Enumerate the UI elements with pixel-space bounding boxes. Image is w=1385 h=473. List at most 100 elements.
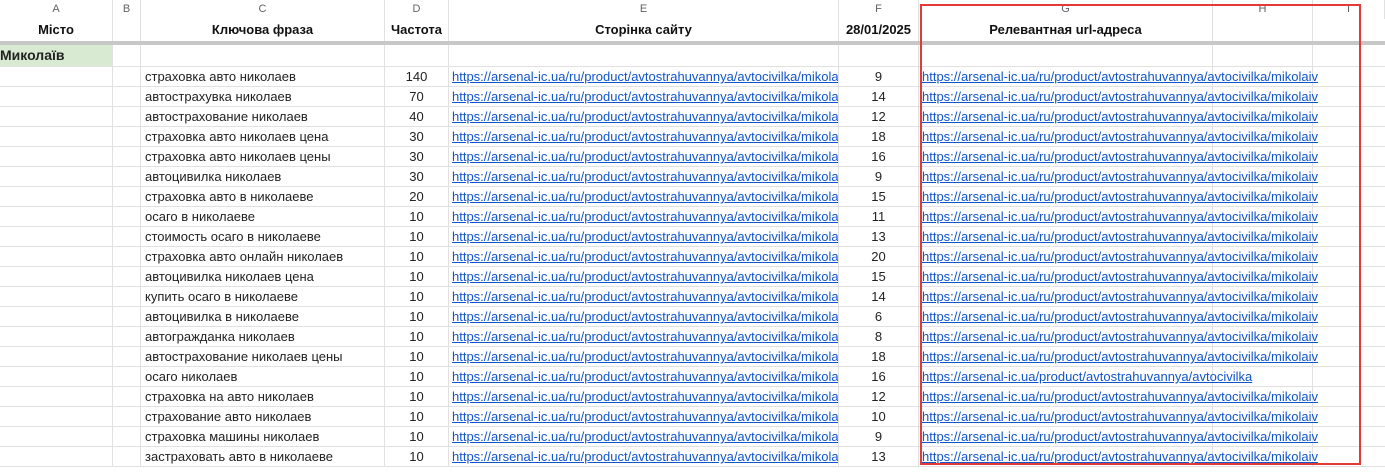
city-cell[interactable] — [0, 427, 113, 446]
empty-cell[interactable] — [113, 387, 141, 406]
empty-cell[interactable] — [1313, 87, 1385, 106]
column-header-h[interactable]: H — [1213, 0, 1313, 19]
site-page-link[interactable]: https://arsenal-ic.ua/ru/product/avtostr… — [449, 427, 839, 446]
keyword-cell[interactable]: автогражданка николаев — [141, 327, 385, 346]
empty-cell[interactable] — [1313, 107, 1385, 126]
frequency-cell[interactable]: 10 — [385, 247, 449, 266]
city-cell[interactable] — [0, 267, 113, 286]
cell-c[interactable] — [141, 45, 385, 66]
header-date[interactable]: 28/01/2025 — [839, 19, 919, 41]
empty-cell[interactable] — [113, 167, 141, 186]
relevant-url-cell[interactable]: https://arsenal-ic.ua/ru/product/avtostr… — [919, 127, 1318, 146]
header-b[interactable] — [113, 19, 141, 41]
empty-cell[interactable] — [1313, 247, 1385, 266]
position-cell[interactable]: 8 — [839, 327, 919, 346]
site-page-link[interactable]: https://arsenal-ic.ua/ru/product/avtostr… — [449, 187, 839, 206]
city-cell[interactable] — [0, 347, 113, 366]
empty-cell[interactable] — [113, 147, 141, 166]
site-page-link[interactable]: https://arsenal-ic.ua/ru/product/avtostr… — [449, 227, 839, 246]
site-page-link[interactable]: https://arsenal-ic.ua/ru/product/avtostr… — [449, 347, 839, 366]
city-cell[interactable] — [0, 307, 113, 326]
position-cell[interactable]: 11 — [839, 207, 919, 226]
cell-g[interactable] — [919, 45, 1213, 66]
keyword-cell[interactable]: страховка на авто николаев — [141, 387, 385, 406]
column-header-g[interactable]: G — [919, 0, 1213, 19]
empty-cell[interactable] — [1313, 367, 1385, 386]
empty-cell[interactable] — [113, 307, 141, 326]
cell-i[interactable] — [1313, 45, 1385, 66]
relevant-url-cell[interactable]: https://arsenal-ic.ua/ru/product/avtostr… — [919, 347, 1318, 366]
relevant-url-cell[interactable]: https://arsenal-ic.ua/ru/product/avtostr… — [919, 427, 1318, 446]
relevant-url-link[interactable]: https://arsenal-ic.ua/ru/product/avtostr… — [922, 307, 1318, 327]
city-cell[interactable] — [0, 227, 113, 246]
relevant-url-cell[interactable]: https://arsenal-ic.ua/product/avtostrahu… — [919, 367, 1252, 386]
keyword-cell[interactable]: застраховать авто в николаеве — [141, 447, 385, 466]
header-city[interactable]: Місто — [0, 19, 113, 41]
site-page-link[interactable]: https://arsenal-ic.ua/ru/product/avtostr… — [449, 127, 839, 146]
city-cell[interactable] — [0, 147, 113, 166]
empty-cell[interactable] — [1313, 267, 1385, 286]
relevant-url-cell[interactable]: https://arsenal-ic.ua/ru/product/avtostr… — [919, 447, 1318, 466]
relevant-url-cell[interactable]: https://arsenal-ic.ua/ru/product/avtostr… — [919, 207, 1318, 226]
relevant-url-link[interactable]: https://arsenal-ic.ua/ru/product/avtostr… — [922, 67, 1318, 87]
relevant-url-cell[interactable]: https://arsenal-ic.ua/ru/product/avtostr… — [919, 287, 1318, 306]
empty-cell[interactable] — [113, 87, 141, 106]
header-h[interactable] — [1213, 19, 1313, 41]
relevant-url-cell[interactable]: https://arsenal-ic.ua/ru/product/avtostr… — [919, 187, 1318, 206]
frequency-cell[interactable]: 10 — [385, 267, 449, 286]
site-page-link[interactable]: https://arsenal-ic.ua/ru/product/avtostr… — [449, 167, 839, 186]
site-page-link[interactable]: https://arsenal-ic.ua/ru/product/avtostr… — [449, 407, 839, 426]
empty-cell[interactable] — [1313, 187, 1385, 206]
cell-e[interactable] — [449, 45, 839, 66]
city-cell[interactable] — [0, 247, 113, 266]
city-cell[interactable] — [0, 407, 113, 426]
empty-cell[interactable] — [1313, 207, 1385, 226]
position-cell[interactable]: 15 — [839, 187, 919, 206]
relevant-url-cell[interactable]: https://arsenal-ic.ua/ru/product/avtostr… — [919, 227, 1318, 246]
relevant-url-link[interactable]: https://arsenal-ic.ua/ru/product/avtostr… — [922, 107, 1318, 127]
column-header-c[interactable]: C — [141, 0, 385, 19]
city-cell[interactable] — [0, 367, 113, 386]
city-cell[interactable] — [0, 387, 113, 406]
empty-cell[interactable] — [113, 427, 141, 446]
relevant-url-link[interactable]: https://arsenal-ic.ua/ru/product/avtostr… — [922, 247, 1318, 267]
empty-cell[interactable] — [113, 407, 141, 426]
frequency-cell[interactable]: 10 — [385, 287, 449, 306]
relevant-url-link[interactable]: https://arsenal-ic.ua/ru/product/avtostr… — [922, 167, 1318, 187]
frequency-cell[interactable]: 10 — [385, 407, 449, 426]
empty-cell[interactable] — [1313, 327, 1385, 346]
position-cell[interactable]: 18 — [839, 347, 919, 366]
cell-h[interactable] — [1213, 45, 1313, 66]
site-page-link[interactable]: https://arsenal-ic.ua/ru/product/avtostr… — [449, 67, 839, 86]
empty-cell[interactable] — [1313, 227, 1385, 246]
relevant-url-link[interactable]: https://arsenal-ic.ua/ru/product/avtostr… — [922, 347, 1318, 367]
relevant-url-link[interactable]: https://arsenal-ic.ua/ru/product/avtostr… — [922, 427, 1318, 447]
frequency-cell[interactable]: 40 — [385, 107, 449, 126]
keyword-cell[interactable]: стоимость осаго в николаеве — [141, 227, 385, 246]
city-cell[interactable] — [0, 67, 113, 86]
relevant-url-cell[interactable]: https://arsenal-ic.ua/ru/product/avtostr… — [919, 87, 1318, 106]
city-cell[interactable] — [0, 87, 113, 106]
relevant-url-cell[interactable]: https://arsenal-ic.ua/ru/product/avtostr… — [919, 387, 1318, 406]
position-cell[interactable]: 9 — [839, 67, 919, 86]
header-frequency[interactable]: Частота — [385, 19, 449, 41]
empty-cell[interactable] — [113, 67, 141, 86]
column-header-a[interactable]: A — [0, 0, 113, 19]
relevant-url-link[interactable]: https://arsenal-ic.ua/ru/product/avtostr… — [922, 287, 1318, 307]
header-i[interactable] — [1313, 19, 1385, 41]
position-cell[interactable]: 15 — [839, 267, 919, 286]
site-page-link[interactable]: https://arsenal-ic.ua/ru/product/avtostr… — [449, 267, 839, 286]
site-page-link[interactable]: https://arsenal-ic.ua/ru/product/avtostr… — [449, 207, 839, 226]
frequency-cell[interactable]: 10 — [385, 387, 449, 406]
frequency-cell[interactable]: 10 — [385, 427, 449, 446]
keyword-cell[interactable]: страховка авто николаев цена — [141, 127, 385, 146]
position-cell[interactable]: 14 — [839, 87, 919, 106]
site-page-link[interactable]: https://arsenal-ic.ua/ru/product/avtostr… — [449, 447, 839, 466]
header-relevant-url[interactable]: Релевантная url-адреса — [919, 19, 1213, 41]
keyword-cell[interactable]: автоцивилка в николаеве — [141, 307, 385, 326]
relevant-url-cell[interactable]: https://arsenal-ic.ua/ru/product/avtostr… — [919, 147, 1318, 166]
column-header-i[interactable]: I — [1313, 0, 1385, 19]
city-cell[interactable] — [0, 447, 113, 466]
position-cell[interactable]: 12 — [839, 107, 919, 126]
relevant-url-link[interactable]: https://arsenal-ic.ua/ru/product/avtostr… — [922, 87, 1318, 107]
